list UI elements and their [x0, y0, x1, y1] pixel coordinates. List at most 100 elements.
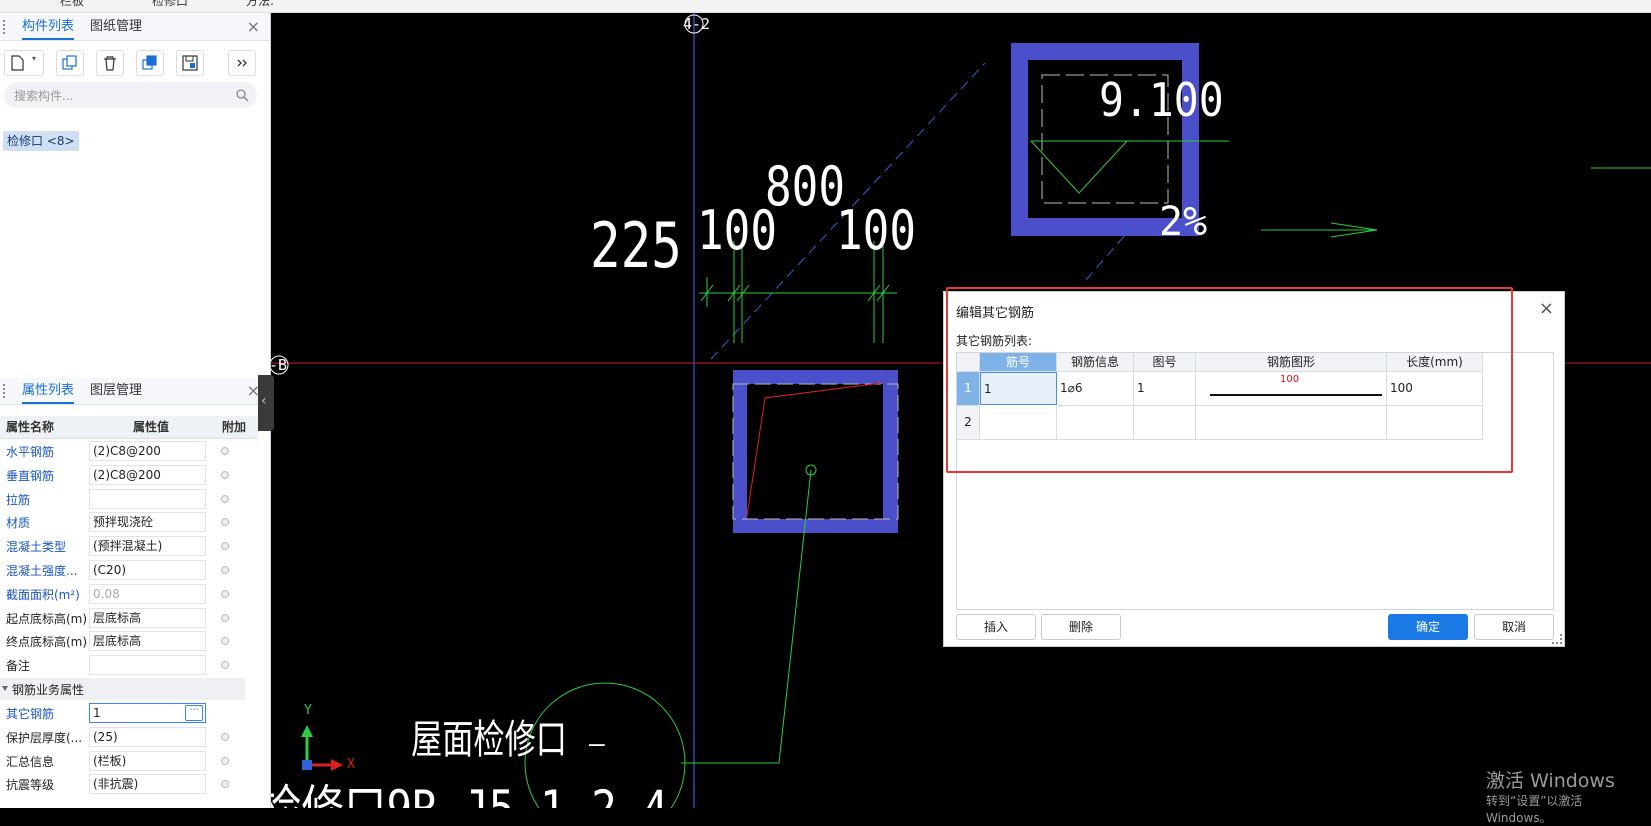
chevron-left-icon: ‹	[261, 393, 267, 409]
row-number[interactable]: 1	[957, 372, 980, 406]
attach-radio[interactable]	[221, 447, 229, 455]
search-icon[interactable]	[235, 88, 249, 102]
property-row: 水平钢筋 (2)C8@200	[0, 439, 258, 463]
cell-rebar-shape[interactable]	[1196, 406, 1387, 440]
col-property-name: 属性名称	[6, 420, 55, 434]
double-chevron-right-icon	[237, 59, 247, 67]
insert-button[interactable]: 插入	[956, 614, 1036, 640]
property-value-field[interactable]: (2)C8@200	[89, 464, 206, 485]
tab-drawing-management[interactable]: 图纸管理	[90, 14, 142, 40]
tab-component-list[interactable]: 构件列表	[22, 14, 75, 40]
axis-label-4-2: 4-2	[683, 15, 711, 33]
lower-opening-inner	[747, 384, 883, 519]
property-value-field[interactable]	[89, 488, 206, 509]
close-icon[interactable]: ×	[1539, 298, 1554, 319]
property-value-field[interactable]: (预拌混凝土)	[89, 536, 206, 557]
new-component-button[interactable]: ▾	[4, 50, 44, 76]
attach-radio[interactable]	[221, 732, 229, 741]
attach-radio[interactable]	[221, 566, 229, 574]
cell-length[interactable]	[1387, 406, 1483, 440]
copy-button[interactable]	[56, 50, 84, 76]
save-button[interactable]	[176, 50, 204, 76]
rebar-table: 筋号 钢筋信息 图号 钢筋图形 长度(mm) 1 1 1⌀6 1 100 100…	[956, 352, 1554, 610]
ok-button[interactable]: 确定	[1388, 614, 1468, 640]
property-name: 垂直钢筋	[6, 468, 55, 483]
attach-radio[interactable]	[221, 470, 229, 479]
dialog-title: 编辑其它钢筋	[956, 306, 1035, 321]
property-name: 抗震等级	[6, 778, 55, 793]
col-header-info[interactable]: 钢筋信息	[1057, 353, 1134, 372]
toolbar-label-2: 检修口	[152, 0, 189, 8]
property-row: 混凝土强度... (C20)	[0, 558, 258, 582]
attach-radio[interactable]	[221, 661, 229, 670]
attach-radio[interactable]	[221, 613, 229, 622]
component-list-item[interactable]: 检修口 <8>	[3, 131, 79, 151]
cell-jinhao[interactable]: 1	[980, 372, 1057, 405]
attach-radio[interactable]	[221, 494, 229, 503]
trash-icon	[104, 56, 116, 71]
attach-radio[interactable]	[221, 518, 229, 527]
property-value-field[interactable]	[89, 655, 206, 676]
property-value-field[interactable]: 0.08	[89, 583, 206, 604]
property-name: 终点底标高(m)	[6, 635, 88, 650]
attach-radio[interactable]	[221, 542, 229, 551]
property-row: 垂直钢筋 (2)C8@200	[0, 463, 258, 487]
tab-property-list[interactable]: 属性列表	[22, 378, 75, 404]
cell-jinhao[interactable]	[980, 406, 1057, 440]
close-icon[interactable]: ×	[247, 17, 260, 36]
property-value-field[interactable]: 层底标高	[89, 631, 206, 652]
cell-tuhao[interactable]: 1	[1134, 372, 1196, 406]
cancel-button[interactable]: 取消	[1474, 614, 1554, 640]
property-name: 起点底标高(m)	[6, 611, 88, 626]
layer-copy-button[interactable]	[136, 50, 164, 76]
property-value-field[interactable]: (C20)	[89, 560, 206, 580]
chevron-down-icon[interactable]: ▾	[32, 54, 36, 63]
chevron-down-icon	[2, 686, 8, 691]
search-input[interactable]	[12, 86, 231, 106]
resize-grip-icon[interactable]	[1552, 634, 1562, 644]
attach-radio[interactable]	[221, 756, 229, 765]
windows-activation-watermark: 激活 Windows	[1486, 770, 1615, 792]
property-name: 保护层厚度(...	[6, 730, 83, 745]
property-row: 汇总信息 (栏板)	[0, 749, 258, 773]
slope-text: 2%	[1159, 199, 1208, 245]
property-value-field[interactable]: 预拌现浇砼	[89, 512, 206, 533]
property-value-field[interactable]: (非抗震)	[89, 774, 206, 795]
property-group-header[interactable]: 钢筋业务属性	[0, 678, 245, 700]
delete-button[interactable]	[96, 50, 124, 76]
cell-rebar-shape[interactable]: 100	[1196, 372, 1387, 406]
col-header-shape[interactable]: 钢筋图形	[1196, 353, 1387, 372]
drag-grip-icon[interactable]	[3, 384, 7, 398]
cell-rebar-info[interactable]	[1057, 406, 1134, 440]
row-number[interactable]: 2	[957, 406, 980, 440]
property-value-field[interactable]: (栏板)	[89, 750, 206, 771]
delete-row-button[interactable]: 删除	[1041, 614, 1121, 640]
ucs-x-label: X	[347, 757, 355, 772]
property-value-field[interactable]: (25)	[89, 726, 206, 747]
property-value-field[interactable]: 层底标高	[89, 607, 206, 628]
table-corner	[957, 353, 980, 372]
property-value-field[interactable]: (2)C8@200	[89, 441, 206, 461]
toolbar-label-3: 方法:	[246, 0, 275, 8]
attach-radio[interactable]	[221, 589, 229, 598]
tab-layer-management[interactable]: 图层管理	[90, 378, 142, 404]
ucs-y-arrow	[301, 725, 313, 737]
drag-grip-icon[interactable]	[3, 20, 7, 34]
property-row: 起点底标高(m) 层底标高	[0, 606, 258, 630]
cell-tuhao[interactable]	[1134, 406, 1196, 440]
ellipsis-button[interactable]: ···	[185, 705, 203, 721]
layer-copy-icon	[142, 55, 157, 70]
property-row: 其它钢筋 1 ···	[0, 701, 258, 725]
col-header-jinhao[interactable]: 筋号	[980, 353, 1057, 372]
col-property-value: 属性值	[133, 420, 170, 434]
new-file-icon	[11, 55, 24, 71]
search-box	[4, 82, 257, 108]
more-button[interactable]	[228, 50, 256, 76]
cell-rebar-info[interactable]: 1⌀6	[1057, 372, 1134, 406]
col-header-length[interactable]: 长度(mm)	[1387, 353, 1483, 372]
cell-length[interactable]: 100	[1387, 372, 1483, 406]
col-header-tuhao[interactable]: 图号	[1134, 353, 1196, 372]
attach-radio[interactable]	[221, 637, 229, 646]
property-name: 汇总信息	[6, 754, 55, 769]
attach-radio[interactable]	[221, 780, 229, 789]
